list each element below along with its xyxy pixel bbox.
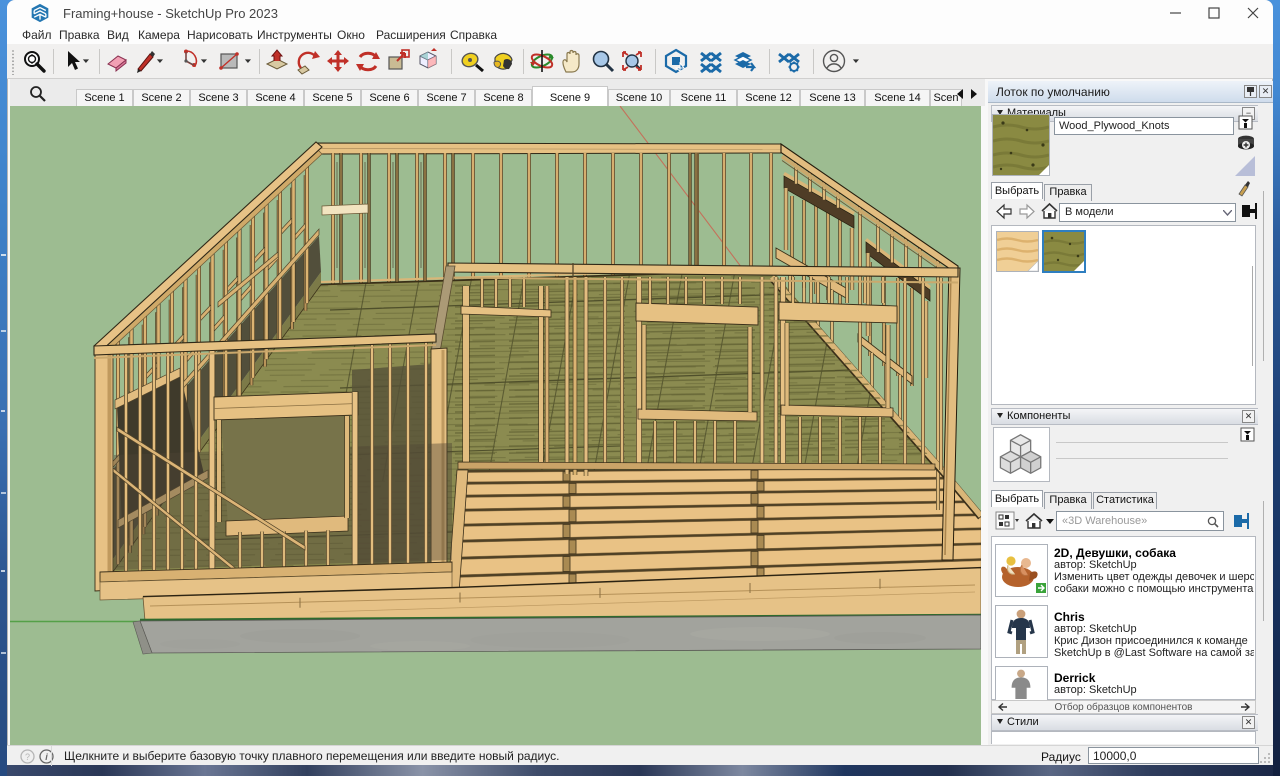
svg-text:?: ? xyxy=(25,752,30,762)
svg-text:i: i xyxy=(45,752,48,762)
